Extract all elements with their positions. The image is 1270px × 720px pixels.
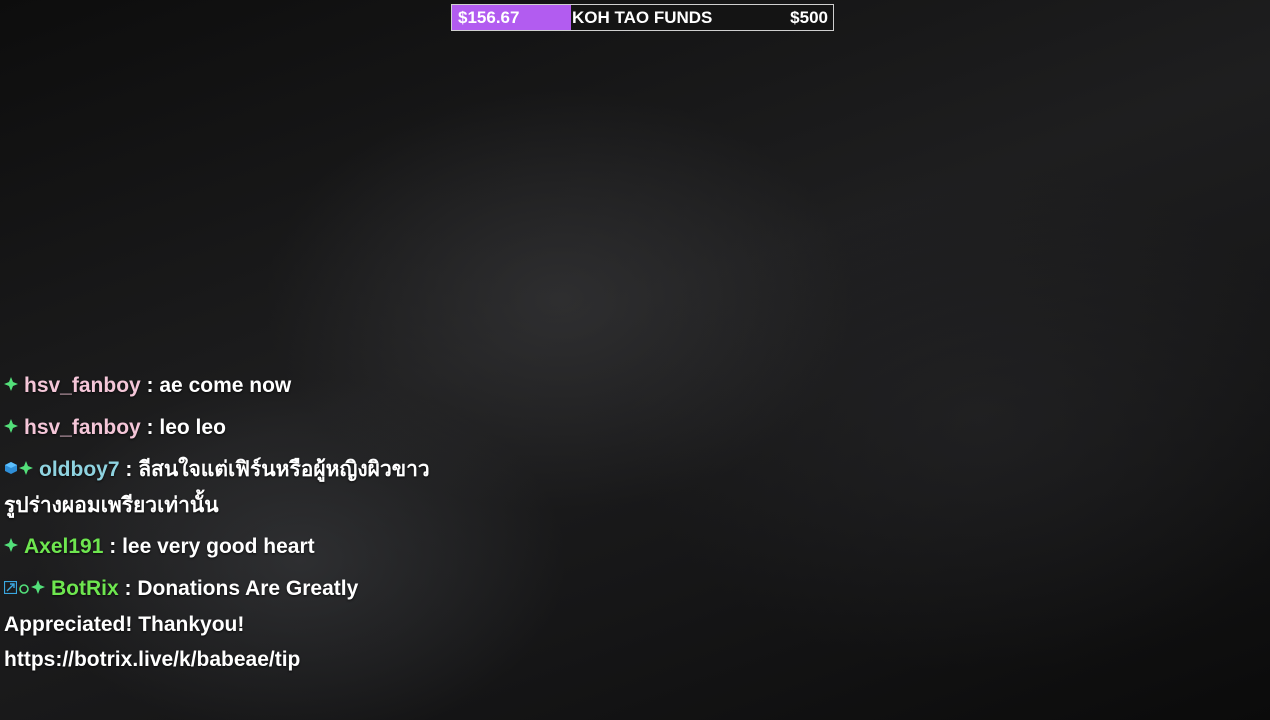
chat-overlay: hsv_fanboy : ae come now hsv_fanboy : le… bbox=[3, 368, 454, 683]
chat-separator: : bbox=[118, 576, 138, 600]
subscriber-badge-icon bbox=[19, 451, 33, 486]
donation-goal-bar: $156.67 KOH TAO FUNDS $500 bbox=[451, 4, 834, 31]
chat-username[interactable]: hsv_fanboy bbox=[24, 374, 141, 397]
chat-username[interactable]: oldboy7 bbox=[39, 458, 120, 481]
chat-message: hsv_fanboy : leo leo bbox=[4, 410, 454, 446]
subscriber-badge-icon bbox=[4, 367, 18, 402]
chat-message: Axel191 : lee very good heart bbox=[4, 529, 454, 565]
bot-badge-icon bbox=[3, 570, 18, 605]
gift-badge-icon bbox=[4, 451, 18, 486]
subscriber-badge-icon bbox=[4, 409, 18, 444]
chat-separator: : bbox=[103, 534, 123, 558]
chat-message: BotRix : Donations Are Greatly Appreciat… bbox=[3, 570, 454, 677]
chat-separator: : bbox=[140, 374, 160, 397]
chat-username[interactable]: Axel191 bbox=[24, 535, 103, 558]
chat-message: hsv_fanboy : ae come now bbox=[4, 368, 454, 404]
chat-message: oldboy7 : ลีสนใจแต่เฟิร์นหรือผู้หญิงผิวข… bbox=[4, 452, 454, 523]
chat-message-text: leo leo bbox=[159, 415, 226, 439]
chat-separator: : bbox=[140, 415, 160, 439]
donation-goal-title: KOH TAO FUNDS bbox=[572, 8, 713, 27]
subscriber-badge-icon bbox=[4, 528, 18, 563]
chat-username[interactable]: hsv_fanboy bbox=[24, 416, 141, 439]
subscriber-badge-icon bbox=[31, 570, 45, 605]
verified-badge-icon bbox=[19, 570, 29, 605]
donation-goal-target-amount: $500 bbox=[790, 8, 828, 27]
donation-goal-current-amount: $156.67 bbox=[458, 8, 520, 27]
chat-separator: : bbox=[119, 457, 139, 481]
chat-message-text: ae come now bbox=[159, 374, 292, 397]
chat-message-text: lee very good heart bbox=[122, 534, 315, 558]
chat-username[interactable]: BotRix bbox=[51, 577, 119, 600]
